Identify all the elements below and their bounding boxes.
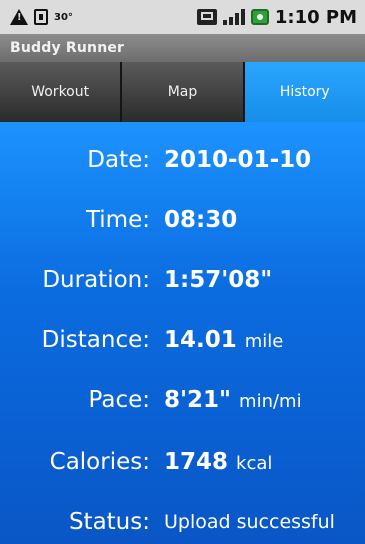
- time-row: Time: 08:30: [0, 192, 365, 248]
- time-value: 08:30: [164, 207, 238, 233]
- date-row: Date: 2010-01-10: [0, 132, 365, 188]
- distance-row: Distance: 14.01 mile: [0, 312, 365, 368]
- history-details: Date: 2010-01-10 Time: 08:30 Duration: 1…: [0, 122, 365, 544]
- clock-text: 1:10 PM: [274, 6, 357, 28]
- date-value: 2010-01-10: [164, 147, 312, 173]
- status-bar: 30° 1:10 PM: [0, 0, 365, 34]
- phone-screen: 30° 1:10 PM Buddy Runner Workout Map His…: [0, 0, 365, 544]
- status-row: Status: Upload successful: [0, 494, 365, 544]
- date-label: Date:: [87, 147, 150, 173]
- tab-map[interactable]: Map: [122, 62, 245, 122]
- sim-icon: [196, 9, 217, 25]
- distance-value: 14.01: [164, 327, 237, 353]
- pace-value-group: 8'21" min/mi: [164, 387, 302, 413]
- calories-label: Calories:: [49, 449, 150, 475]
- date-value-group: 2010-01-10: [164, 147, 311, 173]
- app-title: Buddy Runner: [0, 34, 365, 62]
- time-label: Time:: [85, 207, 150, 233]
- duration-row: Duration: 1:57'08": [0, 252, 365, 308]
- pace-row: Pace: 8'21" min/mi: [0, 372, 365, 428]
- distance-unit: mile: [244, 331, 284, 352]
- calories-row: Calories: 1748 kcal: [0, 434, 365, 490]
- warning-icon: [10, 9, 28, 25]
- signal-icon: [222, 9, 245, 25]
- status-value: Upload successful: [164, 511, 335, 533]
- duration-label: Duration:: [42, 267, 150, 293]
- calories-value-group: 1748 kcal: [164, 449, 272, 475]
- distance-value-group: 14.01 mile: [164, 327, 283, 353]
- duration-value: 1:57'08": [164, 267, 273, 293]
- status-value-group: Upload successful: [164, 511, 335, 533]
- duration-value-group: 1:57'08": [164, 267, 272, 293]
- pace-label: Pace:: [88, 387, 150, 413]
- tab-history[interactable]: History: [244, 62, 365, 122]
- battery-icon: [250, 9, 269, 25]
- usb-icon: [34, 9, 48, 25]
- status-label: Status:: [68, 509, 150, 535]
- time-value-group: 08:30: [164, 207, 237, 233]
- pace-value: 8'21": [164, 387, 232, 413]
- temperature-text: 30°: [54, 11, 73, 23]
- distance-label: Distance:: [41, 327, 150, 353]
- calories-value: 1748: [164, 449, 229, 475]
- tab-workout[interactable]: Workout: [0, 62, 123, 122]
- calories-unit: kcal: [236, 453, 273, 474]
- tab-bar: Workout Map History: [0, 62, 365, 122]
- pace-unit: min/mi: [239, 391, 302, 412]
